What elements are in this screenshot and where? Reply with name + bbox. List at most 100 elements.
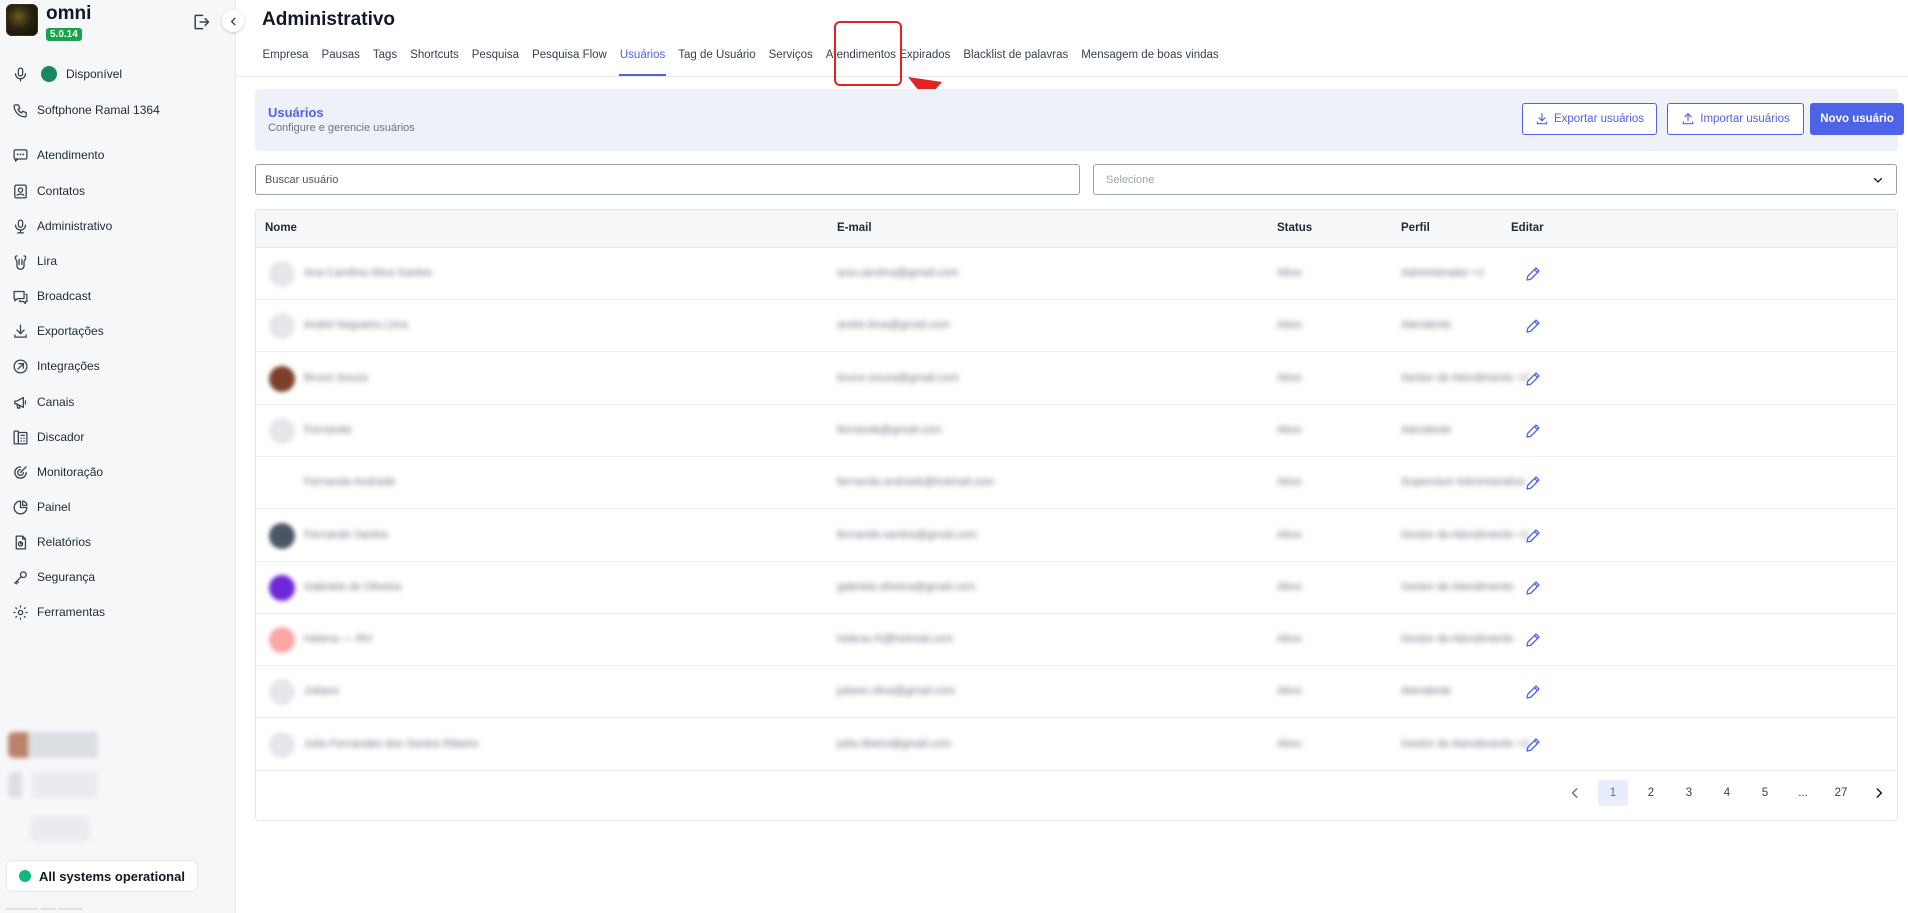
user-name: Fernanda — [304, 423, 352, 436]
edit-pencil-icon[interactable] — [1524, 527, 1542, 545]
page-button-3[interactable]: 3 — [1674, 780, 1704, 806]
section-title: Usuários — [268, 105, 324, 120]
page-button-27[interactable]: 27 — [1826, 780, 1856, 806]
avatar — [269, 417, 295, 444]
chevron-left-icon — [1571, 788, 1578, 798]
collapse-sidebar-button[interactable] — [222, 10, 244, 32]
edit-pencil-icon[interactable] — [1524, 579, 1542, 597]
section-subtitle: Configure e gerencie usuários — [268, 122, 415, 134]
sidebar-item-broadcast[interactable]: Broadcast — [12, 284, 222, 308]
user-status: Ativo — [1277, 371, 1302, 384]
import-users-button[interactable]: Importar usuários — [1667, 103, 1804, 135]
avatar — [269, 627, 295, 654]
user-profile: Gestor de Atendimento +2 — [1401, 737, 1530, 750]
tab-pausas[interactable]: Pausas — [315, 46, 366, 78]
sidebar-item-monitoracao[interactable]: Monitoração — [12, 460, 222, 484]
terms-link-blurred[interactable]: ———— —— ——— — [6, 904, 82, 913]
tab-servicos[interactable]: Serviços — [762, 46, 819, 78]
system-status[interactable]: All systems operational — [6, 860, 198, 892]
user-profile-blurred[interactable] — [8, 732, 222, 758]
sidebar-item-integracoes[interactable]: Integrações — [12, 354, 222, 378]
edit-pencil-icon[interactable] — [1524, 474, 1542, 492]
edit-pencil-icon[interactable] — [1524, 370, 1542, 388]
microphone-icon — [14, 66, 27, 82]
avatar — [269, 574, 295, 601]
megaphone-icon — [14, 396, 27, 409]
table-row: André Nogueira Lima andre.lima@gmail.com A… — [256, 300, 1897, 353]
user-profile: Gestor de Atendimento — [1401, 580, 1514, 593]
table-row: Gabriela de Oliveira gabriela.oliveira@gm… — [256, 562, 1897, 614]
avatar — [269, 470, 295, 497]
export-users-button[interactable]: Exportar usuários — [1522, 103, 1657, 135]
user-name: Ana Carolina Silva Santos — [304, 267, 432, 279]
tab-pesquisa[interactable]: Pesquisa — [465, 46, 525, 78]
sidebar-item-painel[interactable]: Painel — [12, 495, 222, 519]
sidebar-item-relatorios[interactable]: Relatórios — [12, 530, 222, 554]
sidebar-item-exportacoes[interactable]: Exportações — [12, 319, 222, 343]
user-email: fernanda.andrade@hotmail.com — [837, 476, 995, 489]
account-switcher-blurred[interactable] — [8, 772, 222, 798]
avatar — [269, 731, 295, 758]
sidebar-item-lira[interactable]: Lira — [12, 249, 222, 273]
sidebar-item-administrativo[interactable]: Administrativo — [12, 214, 222, 238]
edit-pencil-icon[interactable] — [1524, 317, 1542, 335]
edit-pencil-icon[interactable] — [1524, 631, 1542, 649]
tab-atendimentos-expirados[interactable]: Atendimentos Expirados — [819, 46, 957, 78]
page-button-4[interactable]: 4 — [1712, 780, 1742, 806]
presence-label: Disponível — [66, 67, 123, 81]
tab-empresa[interactable]: Empresa — [256, 46, 315, 78]
previous-page-button[interactable] — [1560, 780, 1590, 806]
sidebar-item-discador[interactable]: Discador — [12, 425, 222, 449]
edit-pencil-icon[interactable] — [1524, 265, 1542, 283]
softphone-label: Softphone Ramal 1364 — [37, 103, 160, 117]
presence-status[interactable]: Disponível — [12, 62, 222, 86]
avatar — [269, 679, 295, 706]
user-name: Helena — RH — [304, 633, 372, 646]
search-user-input[interactable]: Buscar usuário — [255, 164, 1080, 195]
omni-logo — [6, 4, 38, 36]
user-email: fernanda@gmail.com — [837, 423, 942, 436]
logout-icon[interactable] — [191, 12, 211, 32]
tab-usuarios[interactable]: Usuários — [613, 46, 671, 78]
column-email: E-mail — [837, 222, 872, 234]
user-profile: Gestor de Atendimento +1 — [1401, 528, 1530, 541]
tab-shortcuts[interactable]: Shortcuts — [404, 46, 466, 78]
next-page-button[interactable] — [1864, 780, 1894, 806]
dashboard-icon — [13, 499, 28, 515]
avatar — [269, 522, 295, 549]
user-status: Ativo — [1277, 580, 1302, 593]
profile-select[interactable]: Selecione — [1093, 164, 1897, 195]
user-profile: Administrador +1 — [1401, 267, 1485, 279]
user-status: Ativo — [1277, 633, 1302, 646]
user-status: Ativo — [1277, 685, 1302, 698]
table-row: Fernando Santos fernando.santos@gmail.com… — [256, 510, 1897, 562]
edit-pencil-icon[interactable] — [1524, 683, 1542, 701]
page-button-5[interactable]: 5 — [1750, 780, 1780, 806]
sidebar-item-seguranca[interactable]: Segurança — [12, 565, 222, 589]
column-editar: Editar — [1511, 222, 1544, 234]
tab-tags[interactable]: Tags — [366, 46, 403, 78]
avatar — [269, 365, 295, 392]
main-content: Administrativo Empresa Pausas Tags Short… — [236, 0, 1908, 913]
sidebar-item-ferramentas[interactable]: Ferramentas — [12, 600, 222, 624]
download-icon — [14, 323, 27, 338]
user-email: ana.carolina@gmail.com — [837, 267, 959, 279]
table-row: Helena — RH helena.rh@hotmail.com Ativo Ges… — [256, 614, 1897, 667]
brand-name: omni — [46, 3, 92, 24]
sidebar-item-atendimento[interactable]: Atendimento — [12, 143, 222, 167]
sidebar-item-contatos[interactable]: Contatos — [12, 179, 222, 203]
page-button-2[interactable]: 2 — [1636, 780, 1666, 806]
tab-blacklist[interactable]: Blacklist de palavras — [957, 46, 1075, 78]
user-profile: Atendente — [1401, 685, 1452, 698]
softphone[interactable]: Softphone Ramal 1364 — [12, 98, 222, 122]
tab-tag-de-usuario[interactable]: Tag de Usuário — [672, 46, 762, 78]
edit-pencil-icon[interactable] — [1524, 736, 1542, 754]
sidebar-item-canais[interactable]: Canais — [12, 390, 222, 414]
edit-pencil-icon[interactable] — [1524, 422, 1542, 440]
new-user-button[interactable]: Novo usuário — [1810, 103, 1904, 135]
dialer-icon — [13, 429, 28, 445]
page-button-1[interactable]: 1 — [1598, 780, 1628, 806]
user-name: Fernando Santos — [304, 528, 389, 541]
tab-mensagem-boas-vindas[interactable]: Mensagem de boas vindas — [1075, 46, 1225, 78]
tab-pesquisa-flow[interactable]: Pesquisa Flow — [526, 46, 614, 78]
